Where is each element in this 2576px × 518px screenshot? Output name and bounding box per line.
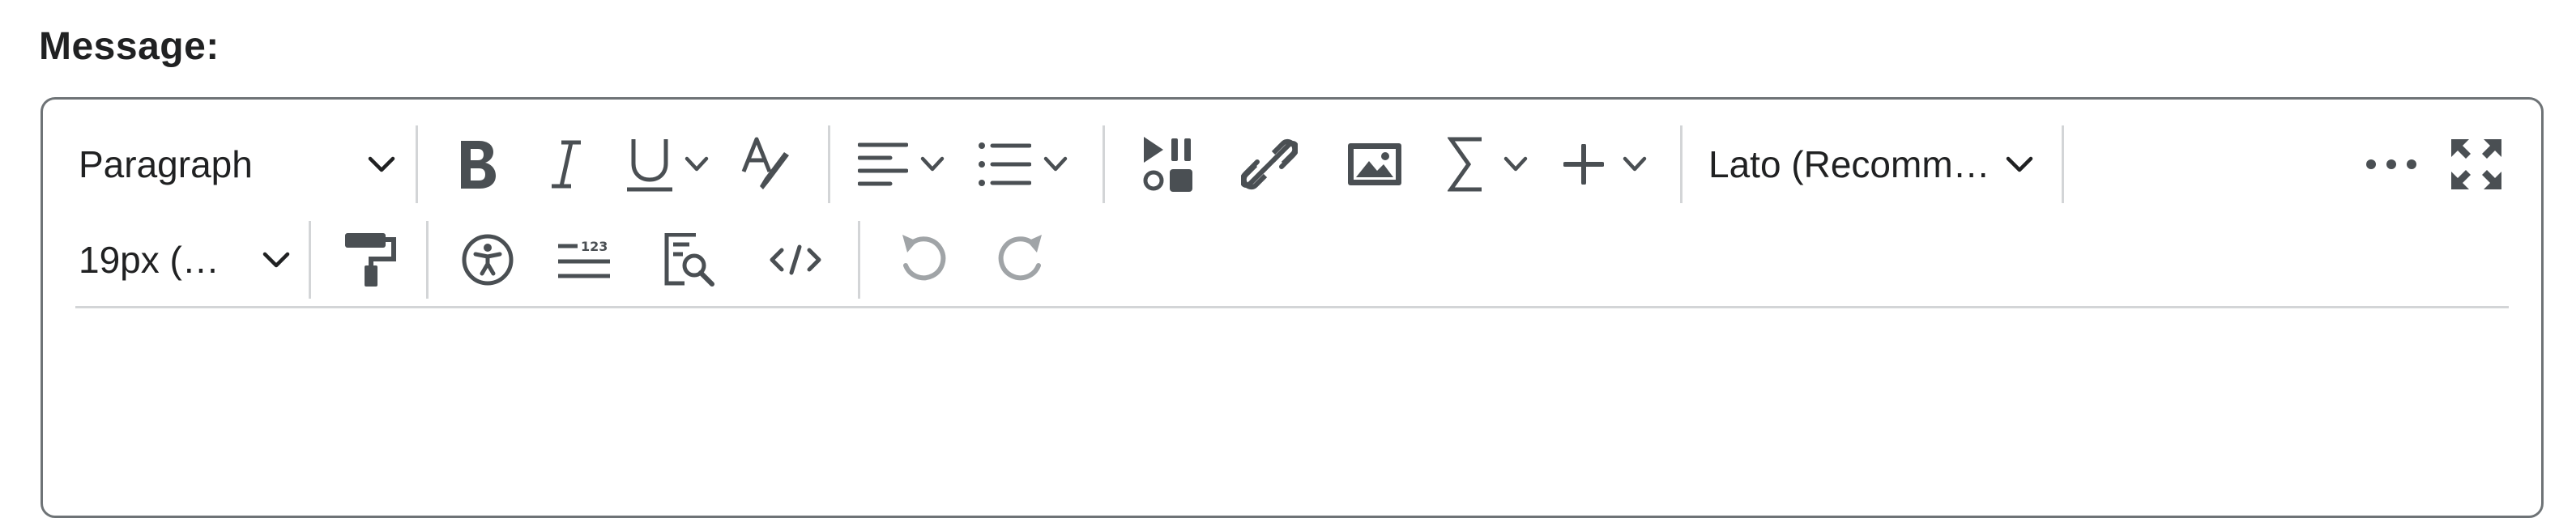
fullscreen-button[interactable]	[2436, 125, 2517, 203]
align-button[interactable]	[845, 125, 958, 203]
format-painter-icon	[343, 231, 397, 288]
more-options-button[interactable]	[2347, 125, 2436, 203]
align-left-icon	[858, 140, 908, 189]
insert-more-button[interactable]	[1549, 125, 1662, 203]
insert-media-button[interactable]	[1120, 125, 1217, 203]
toolbar-separator	[426, 221, 429, 299]
svg-text:123: 123	[581, 240, 608, 254]
link-button[interactable]	[1217, 125, 1322, 203]
underline-icon	[625, 136, 676, 193]
toolbar-separator	[2062, 125, 2064, 203]
paragraph-format-label: Paragraph	[79, 143, 253, 185]
redo-button[interactable]	[972, 221, 1069, 299]
rich-text-editor: Paragraph Lato (Recomm… 19px (… 123	[41, 97, 2544, 518]
font-size-select[interactable]: 19px (…	[67, 221, 302, 299]
find-replace-icon	[663, 233, 717, 287]
accessibility-icon	[461, 233, 514, 287]
toolbar-separator	[828, 125, 830, 203]
list-button[interactable]	[958, 125, 1088, 203]
bulleted-list-icon	[978, 140, 1031, 189]
chevron-down-icon	[1622, 155, 1648, 173]
message-label: Message:	[39, 25, 220, 68]
fullscreen-icon	[2450, 138, 2503, 191]
code-view-button[interactable]	[743, 221, 848, 299]
toolbar-row-2: 19px (… 123	[67, 213, 2517, 307]
bold-button[interactable]	[433, 125, 522, 203]
toolbar-separator	[416, 125, 418, 203]
clear-formatting-icon	[740, 136, 797, 193]
clear-formatting-button[interactable]	[724, 125, 813, 203]
redo-icon	[996, 233, 1045, 287]
format-painter-button[interactable]	[326, 221, 415, 299]
toolbar-separator	[1680, 125, 1683, 203]
toolbar-separator	[858, 221, 860, 299]
image-icon	[1348, 143, 1401, 185]
font-size-label: 19px (…	[79, 239, 220, 281]
bold-icon	[456, 138, 498, 191]
chevron-down-icon	[1043, 155, 1068, 173]
equation-button[interactable]	[1427, 125, 1549, 203]
toolbar-row-1: Paragraph Lato (Recomm…	[67, 117, 2517, 211]
ellipsis-icon	[2365, 158, 2418, 171]
chevron-down-icon	[1503, 155, 1529, 173]
chevron-down-icon	[919, 155, 945, 173]
toolbar-divider	[75, 306, 2509, 308]
media-icon	[1141, 135, 1196, 193]
find-replace-button[interactable]	[638, 221, 743, 299]
word-count-button[interactable]: 123	[532, 221, 638, 299]
italic-icon	[550, 138, 582, 191]
editor-content-area[interactable]	[75, 312, 2509, 516]
sigma-icon	[1448, 136, 1485, 193]
chevron-down-icon	[367, 155, 396, 174]
plus-icon	[1563, 144, 1604, 185]
undo-button[interactable]	[875, 221, 972, 299]
toolbar-separator	[1102, 125, 1105, 203]
chevron-down-icon	[684, 155, 710, 173]
font-family-label: Lato (Recomm…	[1708, 143, 1990, 185]
underline-button[interactable]	[611, 125, 724, 203]
undo-icon	[899, 233, 948, 287]
word-count-icon: 123	[557, 240, 613, 280]
paragraph-format-select[interactable]: Paragraph	[67, 125, 407, 203]
chevron-down-icon	[2005, 155, 2034, 174]
font-family-select[interactable]: Lato (Recomm…	[1697, 125, 2045, 203]
italic-button[interactable]	[522, 125, 611, 203]
link-icon	[1241, 136, 1298, 193]
toolbar-separator	[309, 221, 311, 299]
accessibility-checker-button[interactable]	[443, 221, 532, 299]
chevron-down-icon	[262, 250, 291, 270]
code-view-icon	[769, 244, 822, 276]
insert-image-button[interactable]	[1322, 125, 1427, 203]
